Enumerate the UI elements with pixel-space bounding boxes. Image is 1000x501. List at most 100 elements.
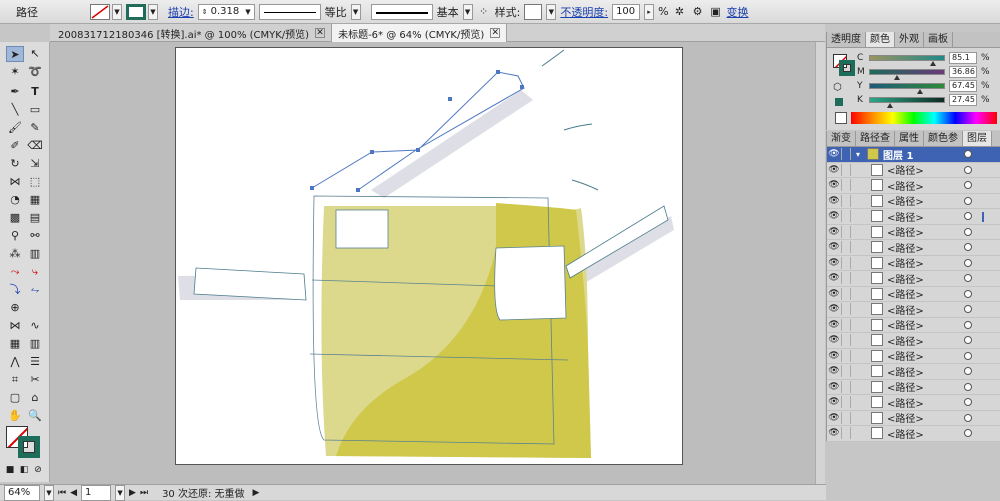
column-graph-tool-icon[interactable]: ▥ xyxy=(26,246,44,262)
tab-attributes[interactable]: 属性 xyxy=(895,131,924,146)
stroke-swatch[interactable]: ▼ xyxy=(126,3,158,20)
layer-item-label[interactable]: <路径> xyxy=(887,348,924,363)
align-icon[interactable]: ▣ xyxy=(709,5,723,19)
lock-toggle[interactable] xyxy=(841,210,851,223)
document-tab-1[interactable]: 20083171218034​6 [转换].ai* @ 100% (CMYK/预… xyxy=(50,24,333,42)
k-slider-thumb[interactable] xyxy=(887,103,894,108)
eye-icon[interactable]: 👁 xyxy=(827,382,841,392)
next-artboard-icon[interactable]: ▶ xyxy=(129,488,136,498)
free-transform-tool-icon[interactable]: ⬚ xyxy=(26,174,44,190)
target-icon[interactable] xyxy=(964,243,972,251)
target-icon[interactable] xyxy=(964,274,972,282)
chevron-down-icon[interactable]: ▼ xyxy=(44,484,54,501)
layer-item-label[interactable]: <路径> xyxy=(887,224,924,239)
layer-item-row[interactable]: 👁 <路径> xyxy=(827,411,1000,426)
stroke-color-icon[interactable] xyxy=(18,436,40,458)
line-tool-icon[interactable]: ╲ xyxy=(6,102,24,118)
zoom-tool-icon[interactable]: 🔍 xyxy=(26,408,44,424)
layer-item-row[interactable]: 👁 <路径> xyxy=(827,286,1000,302)
layer-item-row[interactable]: 👁 <路径> xyxy=(827,240,1000,256)
layer-row[interactable]: 👁 ▾ 图层 1 xyxy=(827,147,1000,163)
brush-preview[interactable] xyxy=(370,3,433,20)
gradient-tool-icon[interactable]: ▤ xyxy=(26,210,44,226)
target-icon[interactable] xyxy=(964,289,972,298)
layer-item-label[interactable]: <路径> xyxy=(887,271,924,286)
recolor-artwork-icon[interactable]: ✲ xyxy=(673,5,687,19)
lock-toggle[interactable] xyxy=(841,396,851,409)
chart-tool-icon[interactable]: ▥ xyxy=(26,336,44,352)
tab-layers[interactable]: 图层 xyxy=(963,131,992,146)
grid-tool-icon[interactable]: ▦ xyxy=(6,336,24,352)
curvature-red-tool-icon[interactable]: ⤳ xyxy=(6,264,24,280)
target-icon[interactable] xyxy=(964,367,972,375)
layer-item-row[interactable]: 👁 <路径> xyxy=(827,255,1000,271)
first-artboard-icon[interactable]: ⏮ xyxy=(58,488,66,498)
cube-icon[interactable]: ⬡ xyxy=(833,82,842,93)
curvature-red-alt-tool-icon[interactable]: ⤷ xyxy=(26,264,44,280)
target-icon[interactable] xyxy=(964,320,972,329)
layer-item-row[interactable]: 👁 <路径> xyxy=(827,224,1000,240)
blend-tool-icon[interactable]: ⚯ xyxy=(26,228,44,244)
lasso-tool-icon[interactable]: ➰ xyxy=(26,64,44,80)
layer-item-row[interactable]: 👁 <路径> xyxy=(827,178,1000,194)
layer-item-label[interactable]: <路径> xyxy=(887,193,924,208)
target-icon[interactable] xyxy=(964,382,972,391)
eye-icon[interactable]: 👁 xyxy=(827,397,841,407)
crop-area-tool-icon[interactable]: ▢ xyxy=(6,390,24,406)
opacity-link[interactable]: 不透明度: xyxy=(560,4,608,20)
lock-toggle[interactable] xyxy=(841,380,851,393)
layer-item-row[interactable]: 👁 <路径> xyxy=(827,395,1000,411)
layer-item-label[interactable]: <路径> xyxy=(887,255,924,270)
k-value-field[interactable]: 27.45 xyxy=(949,94,977,106)
layer-item-label[interactable]: <路径> xyxy=(887,317,924,332)
fill-swatch[interactable]: ▼ xyxy=(90,3,122,20)
tab-appearance[interactable]: 外观 xyxy=(895,32,924,47)
layer-item-label[interactable]: <路径> xyxy=(887,426,924,441)
stroke-profile-preview[interactable] xyxy=(258,3,321,20)
target-icon[interactable] xyxy=(964,351,972,360)
lock-toggle[interactable] xyxy=(841,287,851,300)
tab-color-guide[interactable]: 颜色参 xyxy=(924,131,963,146)
y-slider-track[interactable] xyxy=(869,83,945,94)
k-slider-track[interactable] xyxy=(869,97,945,108)
tab-pathfinder[interactable]: 路径查 xyxy=(856,131,895,146)
print-tiling-tool-icon[interactable]: ⌂ xyxy=(26,390,44,406)
eye-icon[interactable]: 👁 xyxy=(827,196,841,206)
paintbrush-tool-icon[interactable]: 🖌 xyxy=(6,120,24,136)
lock-toggle[interactable] xyxy=(841,256,851,269)
artwork-svg[interactable] xyxy=(176,48,683,465)
lock-toggle[interactable] xyxy=(841,318,851,331)
scale-tool-icon[interactable]: ⇲ xyxy=(26,156,44,172)
target-icon[interactable] xyxy=(964,196,972,205)
layer-item-label[interactable]: <路径> xyxy=(887,286,924,301)
lock-toggle[interactable] xyxy=(841,241,851,254)
eye-icon[interactable]: 👁 xyxy=(827,289,841,299)
target-icon[interactable] xyxy=(964,150,972,158)
chevron-down-icon[interactable]: ▼ xyxy=(350,3,361,20)
eye-icon[interactable]: 👁 xyxy=(827,428,841,438)
zoom-field[interactable]: 64% xyxy=(4,484,40,501)
prev-artboard-icon[interactable]: ◀ xyxy=(70,488,77,498)
eye-icon[interactable]: 👁 xyxy=(827,258,841,268)
m-value-field[interactable]: 36.86 xyxy=(949,66,977,78)
target-icon[interactable] xyxy=(964,181,972,189)
lock-toggle[interactable] xyxy=(841,365,851,378)
layer-item-row[interactable]: 👁 <路径> xyxy=(827,302,1000,318)
target-icon[interactable] xyxy=(964,212,972,220)
lock-toggle[interactable] xyxy=(841,272,851,285)
slider-c[interactable]: C 85.1 % xyxy=(857,52,990,66)
artboard-number-field[interactable]: 1 xyxy=(81,484,112,501)
lock-toggle[interactable] xyxy=(841,349,851,362)
c-value-field[interactable]: 85.1 xyxy=(949,52,977,64)
selection-tool-icon[interactable]: ➤ xyxy=(6,46,24,62)
eye-icon[interactable]: 👁 xyxy=(827,165,841,175)
target-icon[interactable] xyxy=(964,336,972,344)
c-slider-track[interactable] xyxy=(869,55,945,66)
vertical-scrollbar[interactable] xyxy=(815,42,825,484)
rotate-tool-icon[interactable]: ↻ xyxy=(6,156,24,172)
last-artboard-icon[interactable]: ⏭ xyxy=(140,488,148,498)
layer-item-label[interactable]: <路径> xyxy=(887,395,924,410)
layer-item-row[interactable]: 👁 <路径> xyxy=(827,364,1000,380)
artboard[interactable] xyxy=(175,47,683,465)
shape-builder-tool-icon[interactable]: ◔ xyxy=(6,192,24,208)
